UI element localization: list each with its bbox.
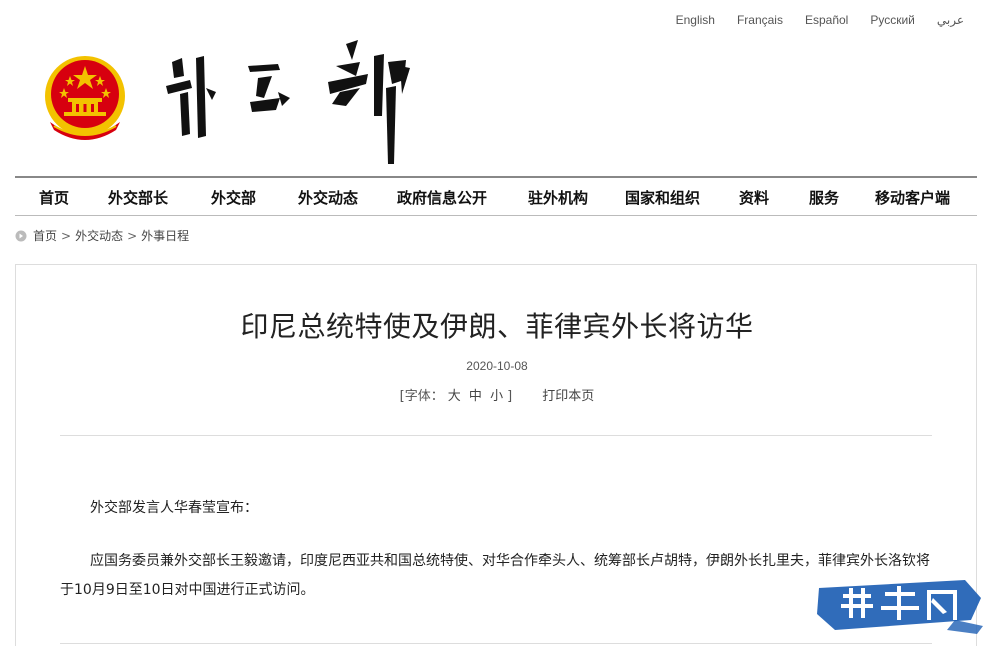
font-size-close: ]: [507, 389, 513, 404]
font-size-label: [字体：: [399, 389, 444, 404]
nav-item-news[interactable]: 外交动态: [298, 187, 358, 208]
nav-item-countries[interactable]: 国家和组织: [625, 187, 700, 208]
lang-arabic-link[interactable]: عربي: [937, 12, 964, 28]
print-button[interactable]: 打印本页: [542, 389, 594, 404]
article-paragraph: 外交部发言人华春莹宣布：: [90, 500, 258, 516]
language-bar: English Français Español Русский عربي: [654, 12, 964, 28]
breadcrumb-home[interactable]: 首页: [33, 227, 57, 244]
font-medium-button[interactable]: 中: [469, 389, 482, 404]
breadcrumb-news[interactable]: 外交动态: [75, 227, 123, 244]
lang-spanish-link[interactable]: Español: [805, 12, 848, 28]
article-tools: [字体： 大 中 小] 打印本页: [16, 385, 978, 404]
nav-item-mobile[interactable]: 移动客户端: [875, 187, 950, 208]
nav-item-minister[interactable]: 外交部长: [108, 187, 168, 208]
article-date: 2020-10-08: [466, 359, 528, 373]
lang-russian-link[interactable]: Русский: [870, 12, 915, 28]
breadcrumb-separator: >: [127, 228, 138, 243]
watermark-logo: [817, 580, 983, 634]
breadcrumb: 首页 > 外交动态 > 外事日程: [15, 227, 189, 244]
main-nav: 首页 外交部长 外交部 外交动态 政府信息公开 驻外机构 国家和组织 资料 服务…: [15, 176, 977, 216]
divider: [60, 643, 932, 644]
nav-item-resources[interactable]: 资料: [739, 187, 769, 208]
font-small-button[interactable]: 小: [490, 389, 503, 404]
location-dot-icon: [15, 230, 27, 241]
breadcrumb-separator: >: [61, 228, 72, 243]
nav-item-ministry[interactable]: 外交部: [211, 187, 256, 208]
lang-french-link[interactable]: Français: [737, 12, 783, 28]
nav-item-gov-info[interactable]: 政府信息公开: [397, 187, 487, 208]
breadcrumb-schedule[interactable]: 外事日程: [141, 227, 189, 244]
article-paragraph: 应国务委员兼外交部长王毅邀请，印度尼西亚共和国总统特使、对华合作牵头人、统筹部长…: [60, 553, 930, 598]
national-emblem-icon[interactable]: [40, 52, 130, 144]
lang-english-link[interactable]: English: [676, 12, 715, 28]
nav-item-missions[interactable]: 驻外机构: [528, 187, 588, 208]
divider: [60, 435, 932, 436]
font-large-button[interactable]: 大: [448, 389, 461, 404]
calligraphy-logo[interactable]: [160, 36, 420, 168]
article-title: 印尼总统特使及伊朗、菲律宾外长将访华: [240, 310, 754, 343]
nav-item-services[interactable]: 服务: [809, 187, 839, 208]
nav-item-home[interactable]: 首页: [39, 187, 69, 208]
